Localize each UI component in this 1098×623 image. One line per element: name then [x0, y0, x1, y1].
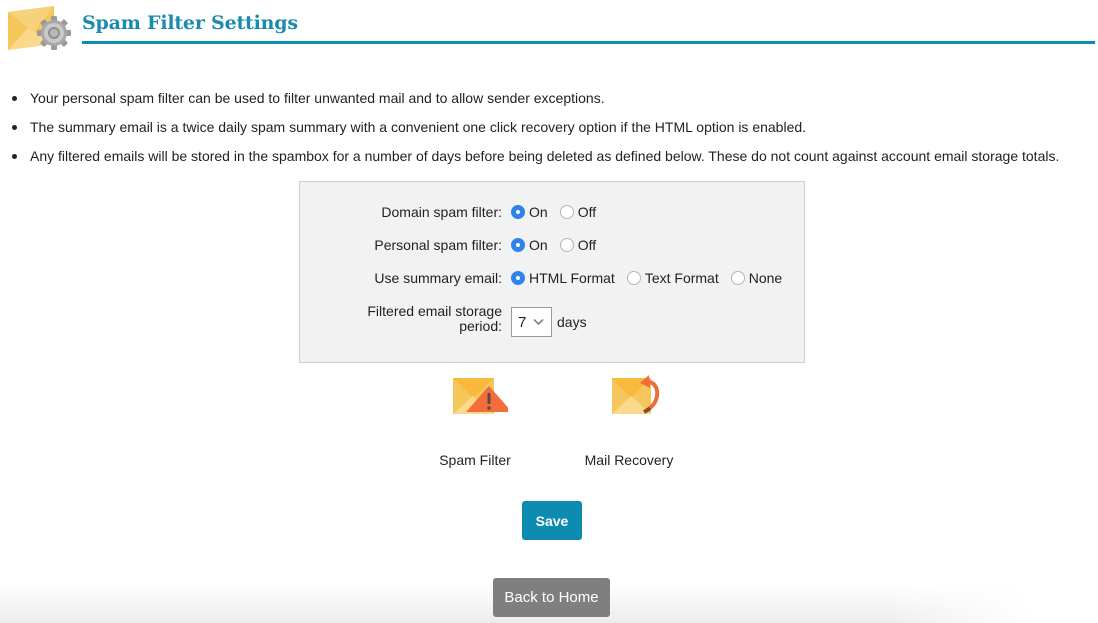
personal-filter-on-option[interactable]: On: [511, 237, 548, 253]
option-label: Off: [577, 237, 597, 253]
summary-text-option[interactable]: Text Format: [626, 270, 719, 286]
storage-period-row: Filtered email storage period: 7 days: [300, 301, 804, 337]
domain-filter-off-option[interactable]: Off: [559, 204, 597, 220]
back-to-home-button[interactable]: Back to Home: [493, 578, 610, 617]
save-button[interactable]: Save: [522, 501, 582, 540]
storage-period-label: Filtered email storage period:: [300, 304, 502, 334]
domain-filter-label: Domain spam filter:: [381, 203, 502, 220]
personal-filter-off-radio[interactable]: [559, 238, 574, 252]
storage-period-value: 7: [518, 313, 527, 331]
option-label: Text Format: [644, 270, 719, 286]
page-header: Spam Filter Settings: [0, 0, 1098, 50]
domain-filter-on-radio[interactable]: [511, 205, 525, 219]
mail-recovery-label: Mail Recovery: [584, 452, 674, 468]
storage-period-select[interactable]: 7: [511, 307, 552, 337]
intro-item: Your personal spam filter can be used to…: [11, 84, 1059, 113]
domain-filter-on-option[interactable]: On: [511, 204, 548, 220]
summary-none-radio[interactable]: [730, 271, 745, 285]
envelope-recovery-icon: [612, 375, 660, 414]
personal-filter-label: Personal spam filter:: [374, 236, 502, 253]
summary-html-radio[interactable]: [511, 271, 525, 285]
summary-text-radio[interactable]: [626, 271, 641, 285]
intro-item: Any filtered emails will be stored in th…: [11, 142, 1059, 171]
envelope-warning-icon: [453, 378, 508, 414]
domain-filter-row: Domain spam filter: On Off: [300, 204, 804, 220]
storage-period-label-line1: Filtered email storage: [367, 303, 502, 319]
summary-html-option[interactable]: HTML Format: [511, 270, 615, 286]
storage-period-unit: days: [557, 314, 587, 330]
option-label: On: [529, 237, 548, 253]
personal-filter-on-radio[interactable]: [511, 238, 525, 252]
intro-item: The summary email is a twice daily spam …: [11, 113, 1059, 142]
mail-recovery-link[interactable]: Mail Recovery: [580, 374, 678, 468]
option-label: HTML Format: [529, 270, 615, 286]
page-title: Spam Filter Settings: [82, 12, 298, 34]
envelope-gear-icon: [8, 6, 71, 50]
spam-settings-form: Domain spam filter: On Off Personal spam…: [299, 181, 805, 363]
summary-none-option[interactable]: None: [730, 270, 783, 286]
option-label: On: [529, 204, 548, 220]
storage-period-label-line2: period:: [459, 318, 502, 334]
header-divider: [82, 41, 1095, 44]
summary-email-row: Use summary email: HTML Format Text Form…: [300, 270, 804, 286]
intro-list: Your personal spam filter can be used to…: [0, 84, 1059, 171]
option-label: None: [748, 270, 783, 286]
personal-filter-row: Personal spam filter: On Off: [300, 237, 804, 253]
spam-filter-label: Spam Filter: [439, 452, 511, 468]
personal-filter-off-option[interactable]: Off: [559, 237, 597, 253]
chevron-down-icon: [533, 318, 544, 326]
domain-filter-off-radio[interactable]: [559, 205, 574, 219]
spam-filter-link[interactable]: Spam Filter: [433, 374, 517, 468]
option-label: Off: [577, 204, 597, 220]
summary-email-label: Use summary email:: [374, 269, 502, 286]
